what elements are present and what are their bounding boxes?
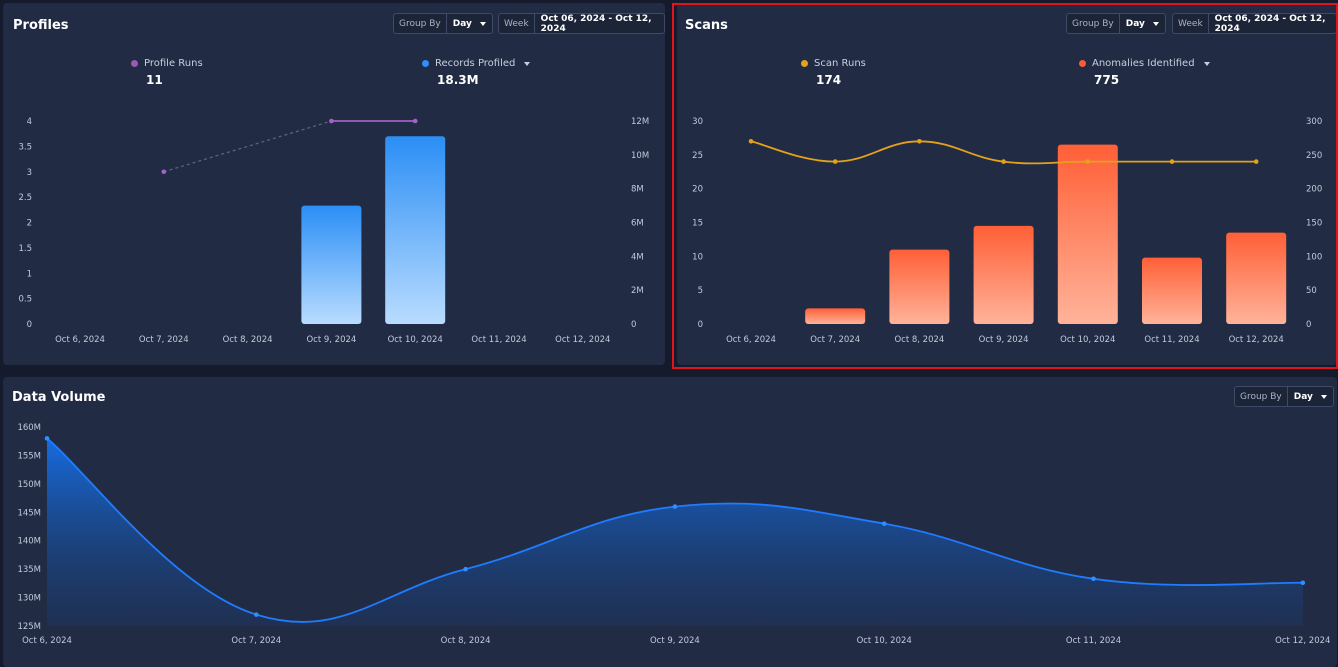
y-axis-right-tick: 300 <box>1306 117 1322 127</box>
y-axis-left-tick: 0.5 <box>18 295 32 305</box>
bar <box>805 308 866 324</box>
line-point <box>917 139 922 144</box>
y-axis-left-tick: 10 <box>692 252 703 262</box>
y-axis-left-tick: 30 <box>692 117 703 127</box>
bar <box>385 136 446 324</box>
y-axis-right-tick: 250 <box>1306 151 1322 161</box>
x-axis-tick: Oct 10, 2024 <box>857 636 912 646</box>
y-axis-right-tick: 2M <box>631 286 644 296</box>
line-point <box>1001 159 1006 164</box>
y-axis-tick: 130M <box>17 594 41 604</box>
area-fill <box>47 438 1303 626</box>
y-axis-left-tick: 4 <box>27 117 32 127</box>
area-point <box>254 612 259 617</box>
x-axis-tick: Oct 8, 2024 <box>223 335 273 345</box>
data-volume-chart: 125M 130M 135M 140M 145M 150M 155M 160M Oct 6, 2… <box>17 423 1330 646</box>
line-point <box>1253 159 1259 164</box>
y-axis-left-tick: 1 <box>27 269 32 279</box>
y-axis-left-tick: 0 <box>698 320 703 330</box>
data-volume-panel: Data Volume Group By Day 125M 130M 135M 140… <box>3 377 1337 667</box>
y-axis-tick: 150M <box>17 480 41 490</box>
y-axis-right-tick: 0 <box>1306 320 1311 330</box>
x-axis-tick: Oct 9, 2024 <box>306 335 356 345</box>
line-point <box>329 118 334 124</box>
x-axis-tick: Oct 6, 2024 <box>726 335 776 345</box>
area-point <box>463 566 468 572</box>
y-axis-right-tick: 50 <box>1306 286 1317 296</box>
x-axis-tick: Oct 12, 2024 <box>555 335 610 345</box>
x-axis-tick: Oct 9, 2024 <box>650 636 700 646</box>
y-axis-tick: 140M <box>17 537 41 547</box>
y-axis-tick: 135M <box>17 565 41 575</box>
y-axis-left-tick: 3 <box>27 168 32 178</box>
y-axis-right-tick: 0 <box>631 320 636 330</box>
y-axis-right-tick: 200 <box>1306 185 1322 195</box>
y-axis-left-tick: 5 <box>698 286 703 296</box>
line-point <box>1085 159 1091 164</box>
x-axis-tick: Oct 8, 2024 <box>441 636 491 646</box>
y-axis-left-tick: 25 <box>692 151 703 161</box>
area-point <box>1091 576 1096 582</box>
profiles-chart: 0 0.5 1 1.5 2 2.5 3 3.5 4 0 2M 4M 6M 8M 10M 12M Oct 6, 2… <box>18 117 649 345</box>
x-axis-tick: Oct 12, 2024 <box>1275 636 1330 646</box>
x-axis-tick: Oct 10, 2024 <box>1060 335 1115 345</box>
y-axis-right-tick: 6M <box>631 219 644 229</box>
y-axis-left-tick: 1.5 <box>18 244 32 254</box>
y-axis-left-tick: 2.5 <box>18 193 32 203</box>
y-axis-right-tick: 12M <box>631 117 649 127</box>
area-point <box>672 504 678 509</box>
y-axis-left-tick: 20 <box>692 185 703 195</box>
y-axis-right-tick: 10M <box>631 151 649 161</box>
area-point <box>44 436 50 441</box>
bar <box>1142 257 1202 324</box>
bar <box>1226 232 1287 324</box>
x-axis-tick: Oct 7, 2024 <box>231 636 281 646</box>
y-axis-tick: 160M <box>17 423 41 433</box>
line-point <box>832 159 838 164</box>
x-axis-tick: Oct 10, 2024 <box>388 335 443 345</box>
x-axis-tick: Oct 12, 2024 <box>1229 335 1284 345</box>
y-axis-right-tick: 8M <box>631 185 644 195</box>
x-axis-tick: Oct 8, 2024 <box>894 335 944 345</box>
area-point <box>1300 580 1306 586</box>
x-axis-tick: Oct 6, 2024 <box>22 636 72 646</box>
scans-chart: 051015202530050100150200250300Oct 6, 202… <box>692 117 1322 345</box>
bar <box>301 205 362 324</box>
y-axis-left-tick: 15 <box>692 219 703 229</box>
x-axis-tick: Oct 9, 2024 <box>979 335 1029 345</box>
line-point <box>1169 159 1175 164</box>
line-point <box>412 118 418 124</box>
series-line <box>163 120 332 173</box>
x-axis-tick: Oct 11, 2024 <box>1144 335 1199 345</box>
profiles-panel: Profiles Group By Day Week Oct 06, 2024 … <box>3 3 665 365</box>
y-axis-tick: 145M <box>17 508 41 518</box>
y-axis-left-tick: 0 <box>27 320 32 330</box>
y-axis-right-tick: 100 <box>1306 252 1322 262</box>
x-axis-tick: Oct 11, 2024 <box>471 335 526 345</box>
x-axis-tick: Oct 7, 2024 <box>810 335 860 345</box>
bar <box>1057 144 1118 324</box>
x-axis-tick: Oct 7, 2024 <box>139 335 189 345</box>
x-axis-tick: Oct 11, 2024 <box>1066 636 1121 646</box>
y-axis-right-tick: 4M <box>631 252 644 262</box>
y-axis-right-tick: 150 <box>1306 219 1322 229</box>
y-axis-left-tick: 2 <box>27 219 32 229</box>
y-axis-left-tick: 3.5 <box>18 142 32 152</box>
scans-panel: Scans Group By Day Week Oct 06, 2024 - O… <box>677 3 1337 365</box>
bar <box>889 249 950 324</box>
x-axis-tick: Oct 6, 2024 <box>55 335 105 345</box>
area-point <box>881 521 887 526</box>
y-axis-tick: 155M <box>17 451 41 461</box>
line-point <box>748 139 754 144</box>
bar <box>973 225 1034 324</box>
y-axis-tick: 125M <box>17 622 41 632</box>
line-point <box>161 169 167 175</box>
